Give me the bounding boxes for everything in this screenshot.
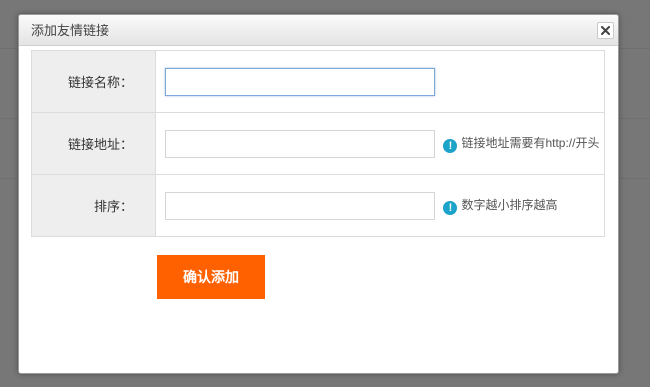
link-name-label: 链接名称：	[31, 50, 156, 113]
close-button[interactable]	[597, 22, 614, 39]
info-icon: !	[443, 139, 458, 153]
sort-hint: ! 数字越小排序越高	[443, 196, 557, 215]
dialog-title: 添加友情链接	[31, 23, 110, 38]
confirm-add-button[interactable]: 确认添加	[157, 255, 265, 299]
link-url-label: 链接地址：	[31, 112, 156, 175]
link-form-table: 链接名称： 链接地址： ! 链接地址需要有http://开头 排序： ! 数字越小排…	[31, 50, 605, 237]
link-url-hint: ! 链接地址需要有http://开头	[443, 134, 599, 153]
add-link-dialog: 添加友情链接 链接名称： 链接地址： ! 链接地址需要有http://开头 排序：	[18, 14, 619, 374]
link-name-cell	[155, 50, 605, 113]
link-name-input[interactable]	[165, 67, 435, 96]
link-url-hint-text: 链接地址需要有http://开头	[461, 136, 600, 150]
form-row-url: 链接地址： ! 链接地址需要有http://开头	[31, 112, 605, 175]
form-row-sort: 排序： ! 数字越小排序越高	[31, 174, 605, 237]
sort-input[interactable]	[165, 191, 435, 220]
sort-hint-text: 数字越小排序越高	[461, 198, 558, 212]
form-row-name: 链接名称：	[31, 50, 605, 113]
sort-label: 排序：	[31, 174, 156, 237]
info-icon: !	[443, 201, 458, 215]
link-url-input[interactable]	[165, 129, 435, 158]
close-icon	[601, 26, 610, 35]
dialog-header: 添加友情链接	[19, 15, 618, 46]
link-url-cell: ! 链接地址需要有http://开头	[155, 112, 605, 175]
sort-cell: ! 数字越小排序越高	[155, 174, 605, 237]
